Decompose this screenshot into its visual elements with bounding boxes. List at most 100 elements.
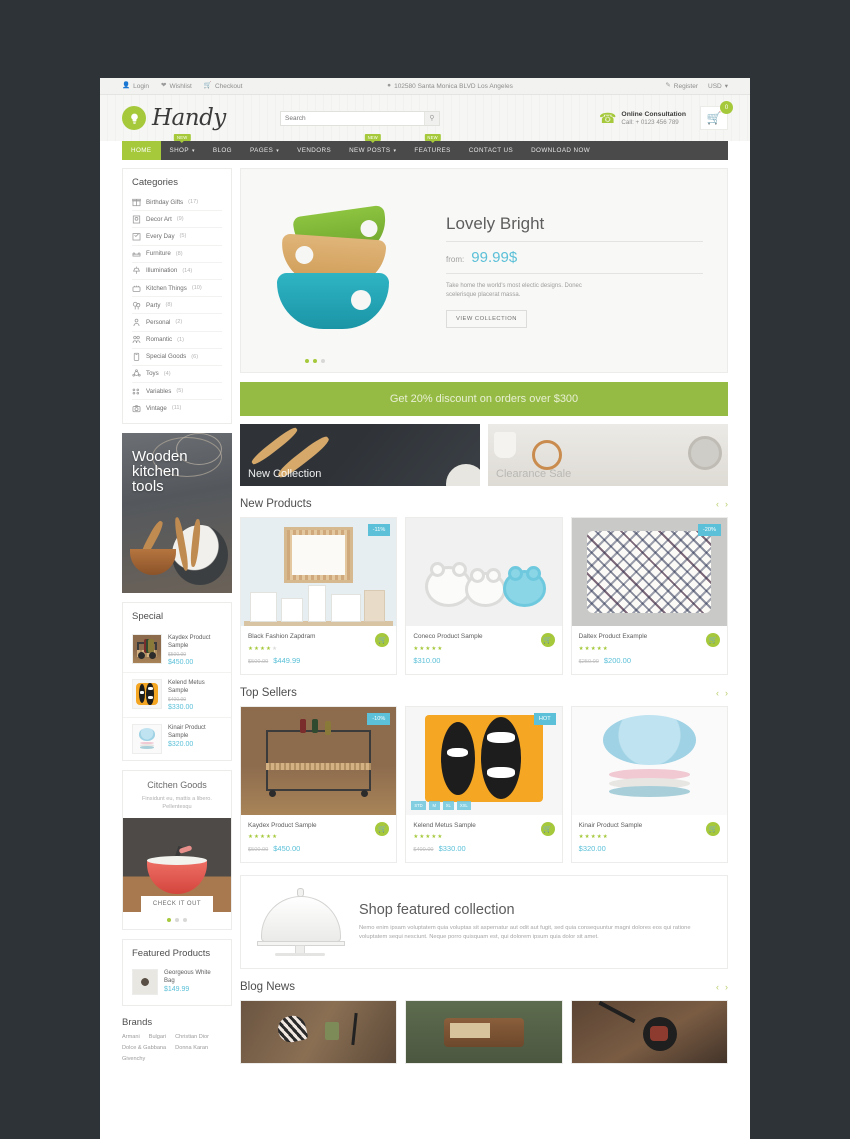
nav-item-features[interactable]: NEW FEATURES [405,134,459,160]
product-card[interactable]: Kinair Product Sample ★★★★★ $320.00 🛒 [570,705,728,863]
chevron-left-icon[interactable]: ‹ [716,688,719,698]
view-collection-button[interactable]: VIEW COLLECTION [446,309,527,328]
hero-dot-2[interactable] [313,359,317,363]
main-navigation: HOME NEW SHOP ▾ BLOG PAGES ▾ VENDORS NEW NEW POST… [122,134,728,160]
nav-item-new-posts[interactable]: NEW NEW POSTS ▾ [340,134,405,160]
category-item-illumination[interactable]: Illumination (14) [132,263,222,280]
nav-item-blog[interactable]: BLOG [204,141,241,160]
category-item-decor-art[interactable]: Decor Art (9) [132,211,222,229]
brand-link[interactable]: Armani [122,1034,140,1040]
chevron-left-icon[interactable]: ‹ [716,499,719,509]
special-item[interactable]: Kinair Product Sample $320.00 [123,718,231,760]
product-rating: ★★★★★ [413,645,444,652]
hero-dot-1[interactable] [305,359,309,363]
promo-dot-1[interactable] [167,918,171,923]
blog-card[interactable] [570,1000,728,1064]
add-to-cart-button[interactable]: 🛒 [705,633,720,647]
checkout-link[interactable]: 🛒 Checkout [204,82,243,89]
site-logo[interactable]: Handy [122,105,272,131]
category-item-every-day[interactable]: Every Day (5) [132,228,222,246]
product-card[interactable]: -20% Daltex Product Example ★★★★★ $250.00 $2… [570,517,728,675]
add-to-cart-button[interactable]: 🛒 [540,633,555,647]
cart-button[interactable]: 🛒 0 [700,101,733,130]
add-to-cart-button[interactable]: 🛒 [540,821,555,836]
special-item[interactable]: Kaydex Product Sample $500.00 $450.00 [123,628,231,674]
brand-link[interactable]: Donna Karan [175,1045,208,1051]
search-input[interactable] [281,111,424,125]
nav-item-pages[interactable]: PAGES ▾ [241,141,288,160]
category-item-toys[interactable]: Toys (4) [132,366,222,384]
chevron-right-icon[interactable]: › [725,688,728,698]
clearance-sale-banner[interactable]: Clearance Sale [488,424,728,486]
blog-card[interactable] [240,1000,398,1064]
category-item-personal[interactable]: Personal (2) [132,314,222,332]
category-item-furniture[interactable]: Furniture (8) [132,246,222,263]
nav-item-home[interactable]: HOME [122,141,161,160]
discount-banner[interactable]: Get 20% discount on orders over $300 [240,382,728,416]
blog-image-gift [241,1001,397,1063]
blog-card[interactable] [405,1000,563,1064]
chevron-right-icon[interactable]: › [725,982,728,992]
size-swatch[interactable]: STD [411,800,426,810]
category-count: (17) [188,199,199,206]
hero-dot-3[interactable] [321,359,325,363]
special-item[interactable]: Kelend Metus Sample $400.00 $330.00 [123,673,231,719]
size-swatch[interactable]: XL [442,800,454,810]
logo-text: Handy [152,105,226,131]
promo-carousel-dots[interactable] [123,912,231,929]
blog-news-title: Blog News [240,981,295,993]
register-link[interactable]: ✎ Register [665,82,698,89]
search-icon[interactable]: ⚲ [424,111,439,125]
hero-carousel-dots[interactable] [305,359,325,363]
check-it-out-button[interactable]: CHECK IT OUT [141,896,213,913]
product-card[interactable]: HOT STD M XL XXL Kelend Metus Sample ★★★★★ $400… [405,705,563,863]
search-box[interactable]: ⚲ [280,110,440,126]
product-card[interactable]: -11% Black Fashion Zapdram ★★★★★ $500.00 $44… [240,517,398,675]
size-swatch[interactable]: XXL [456,800,471,810]
chevron-left-icon[interactable]: ‹ [716,982,719,992]
category-item-party[interactable]: Party (8) [132,297,222,315]
wishlist-label: Wishlist [169,82,192,90]
featured-collection-title: Shop featured collection [359,902,515,919]
featured-product-item[interactable]: Georgeous White Bag $149.99 [123,965,231,1005]
nav-item-download-now[interactable]: DOWNLOAD NOW [522,141,599,160]
product-card[interactable]: Coneco Product Sample ★★★★★ $310.00 🛒 [405,517,563,675]
add-to-cart-button[interactable]: 🛒 [705,821,720,836]
brand-link[interactable]: Christian Dior [175,1034,209,1040]
top-bar-right-links: ✎ Register USD ▾ [568,82,728,90]
product-card[interactable]: -10% Kaydex Product Sample ★★★★★ $500.00 $45… [240,705,398,863]
category-item-special-goods[interactable]: Special Goods (6) [132,349,222,366]
product-name: Kaydex Product Sample [248,821,317,829]
category-item-romantic[interactable]: Romantic (1) [132,332,222,349]
category-item-birthday-gifts[interactable]: Birthday Gifts (17) [132,194,222,212]
size-swatch[interactable]: M [428,800,440,810]
nav-item-contact-us[interactable]: CONTACT US [460,141,522,160]
login-link[interactable]: 👤 Login [122,82,149,89]
brand-link[interactable]: Givenchy [122,1056,145,1062]
currency-selector[interactable]: USD ▾ [708,82,728,91]
product-price: $310.00 [413,655,441,665]
nav-item-vendors[interactable]: VENDORS [288,141,340,160]
product-prices: $500.00 $449.99 [248,656,389,665]
chevron-right-icon[interactable]: › [725,499,728,509]
wooden-kitchen-tools-banner[interactable]: Wooden kitchen tools [122,433,232,594]
add-to-cart-button[interactable]: 🛒 [375,821,390,836]
new-collection-banner[interactable]: New Collection [240,424,480,486]
brand-link[interactable]: Bulgari [149,1034,166,1040]
special-item-old-price: $500.00 [168,652,187,659]
category-item-kitchen-things[interactable]: Kitchen Things (10) [132,280,222,298]
product-image: -11% [241,518,397,626]
nav-item-shop[interactable]: NEW SHOP ▾ [161,134,204,160]
product-image: -20% [571,518,727,626]
category-item-variables[interactable]: Variables (5) [132,383,222,401]
side-banner-line: Wooden [132,448,188,466]
category-item-vintage[interactable]: Vintage (11) [132,400,222,416]
promo-dot-2[interactable] [175,918,179,923]
nav-item-label: NEW POSTS [349,147,391,154]
size-swatches[interactable]: STD M XL XXL [411,800,471,810]
currency-label: USD [708,82,722,90]
promo-dot-3[interactable] [183,918,187,923]
brand-link[interactable]: Dolce & Gabbana [122,1045,166,1051]
featured-collection-band[interactable]: Shop featured collection Nemo enim ipsam… [240,875,728,969]
wishlist-link[interactable]: ❤ Wishlist [161,82,192,90]
